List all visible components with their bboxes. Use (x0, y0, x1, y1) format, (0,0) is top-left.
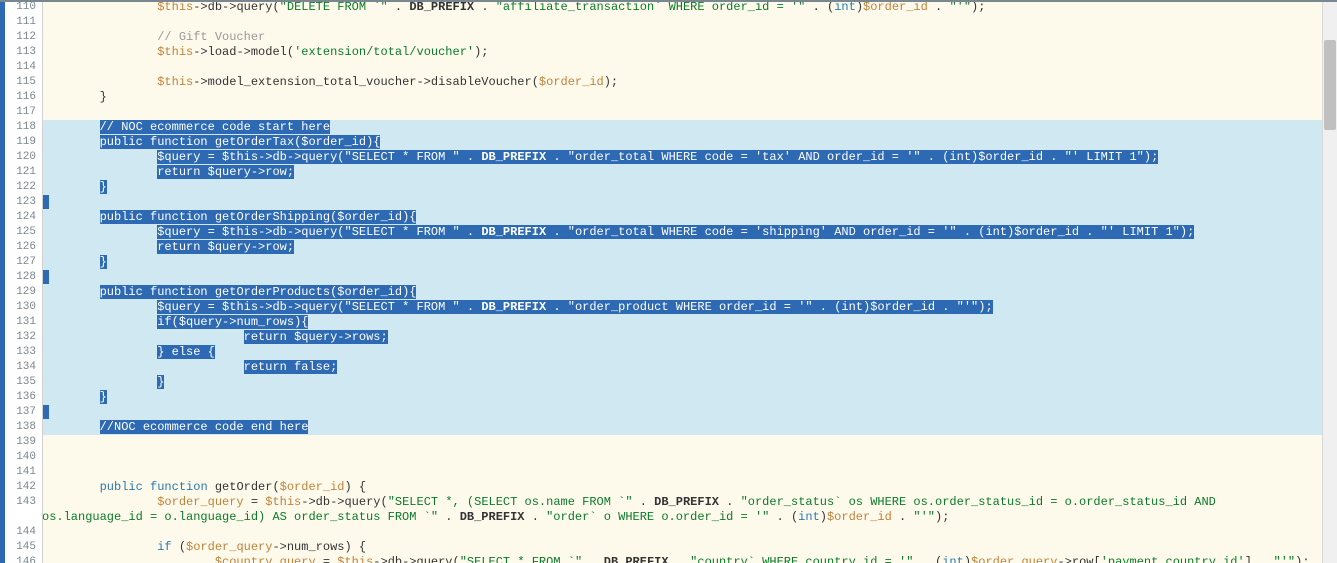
code-line[interactable]: public function getOrderTax($order_id){ (42, 135, 1323, 150)
line-number: 121 (0, 165, 40, 180)
line-number: 126 (0, 240, 40, 255)
code-line[interactable]: $country_query = $this->db->query("SELEC… (42, 555, 1323, 563)
line-number: 113 (0, 45, 40, 60)
code-line[interactable]: $this->load->model('extension/total/vouc… (42, 45, 1323, 60)
top-border (0, 0, 1337, 2)
code-line[interactable]: } else { (42, 345, 1323, 360)
line-number: 139 (0, 435, 40, 450)
line-number: 129 (0, 285, 40, 300)
code-line[interactable] (42, 450, 1323, 465)
code-line[interactable]: $this->model_extension_total_voucher->di… (42, 75, 1323, 90)
line-number: 135 (0, 375, 40, 390)
line-number: 140 (0, 450, 40, 465)
vertical-scrollbar[interactable] (1322, 0, 1337, 563)
line-number: 127 (0, 255, 40, 270)
code-line[interactable] (42, 465, 1323, 480)
line-number: 112 (0, 30, 40, 45)
line-number: 142 (0, 480, 40, 495)
code-line[interactable]: if ($order_query->num_rows) { (42, 540, 1323, 555)
code-line[interactable]: return $query->row; (42, 165, 1323, 180)
line-number: 143 (0, 495, 40, 510)
line-number: 110 (0, 0, 40, 15)
line-number: 117 (0, 105, 40, 120)
line-number: 132 (0, 330, 40, 345)
code-line[interactable]: return false; (42, 360, 1323, 375)
code-line[interactable] (42, 60, 1323, 75)
line-number-gutter[interactable]: 1101111121131141151161171181191201211221… (0, 0, 43, 563)
line-number: 130 (0, 300, 40, 315)
line-number: 115 (0, 75, 40, 90)
gutter-left-border (0, 0, 5, 563)
line-number: 119 (0, 135, 40, 150)
line-number: 134 (0, 360, 40, 375)
code-line[interactable]: } (42, 90, 1323, 105)
code-line[interactable] (42, 195, 1323, 210)
code-line[interactable]: $query = $this->db->query("SELECT * FROM… (42, 150, 1323, 165)
code-line[interactable]: } (42, 180, 1323, 195)
code-line[interactable]: } (42, 390, 1323, 405)
line-number: 137 (0, 405, 40, 420)
line-number: 120 (0, 150, 40, 165)
code-editor[interactable]: 1101111121131141151161171181191201211221… (0, 0, 1337, 563)
code-line[interactable]: } (42, 255, 1323, 270)
scrollbar-thumb[interactable] (1324, 40, 1336, 130)
code-line[interactable] (42, 270, 1323, 285)
code-line[interactable] (42, 105, 1323, 120)
code-line[interactable] (42, 15, 1323, 30)
line-number: 122 (0, 180, 40, 195)
line-number: 116 (0, 90, 40, 105)
line-number: 138 (0, 420, 40, 435)
code-line[interactable]: public function getOrderShipping($order_… (42, 210, 1323, 225)
code-line[interactable]: // Gift Voucher (42, 30, 1323, 45)
code-line[interactable]: } (42, 375, 1323, 390)
line-number: 123 (0, 195, 40, 210)
code-line[interactable]: public function getOrderProducts($order_… (42, 285, 1323, 300)
line-number: 144 (0, 525, 40, 540)
code-line[interactable]: $this->db->query("DELETE FROM `" . DB_PR… (42, 0, 1323, 15)
line-number: 131 (0, 315, 40, 330)
code-line[interactable]: $query = $this->db->query("SELECT * FROM… (42, 300, 1323, 315)
code-line[interactable]: // NOC ecommerce code start here (42, 120, 1323, 135)
code-line[interactable] (42, 435, 1323, 450)
line-number: 136 (0, 390, 40, 405)
code-area[interactable]: $this->db->query("DELETE FROM `" . DB_PR… (42, 0, 1323, 563)
code-line[interactable] (42, 405, 1323, 420)
code-line[interactable]: $query = $this->db->query("SELECT * FROM… (42, 225, 1323, 240)
line-number: 111 (0, 15, 40, 30)
code-line[interactable]: $order_query = $this->db->query("SELECT … (42, 495, 1323, 525)
line-number: 145 (0, 540, 40, 555)
code-line[interactable]: //NOC ecommerce code end here (42, 420, 1323, 435)
code-line[interactable]: if($query->num_rows){ (42, 315, 1323, 330)
line-number: 124 (0, 210, 40, 225)
line-number: 125 (0, 225, 40, 240)
code-line[interactable]: return $query->rows; (42, 330, 1323, 345)
line-number: 133 (0, 345, 40, 360)
line-number: 141 (0, 465, 40, 480)
code-line[interactable]: public function getOrder($order_id) { (42, 480, 1323, 495)
line-number: 128 (0, 270, 40, 285)
line-number: 146 (0, 555, 40, 563)
code-line[interactable]: return $query->row; (42, 240, 1323, 255)
line-number: 114 (0, 60, 40, 75)
line-number: 118 (0, 120, 40, 135)
code-line[interactable] (42, 525, 1323, 540)
